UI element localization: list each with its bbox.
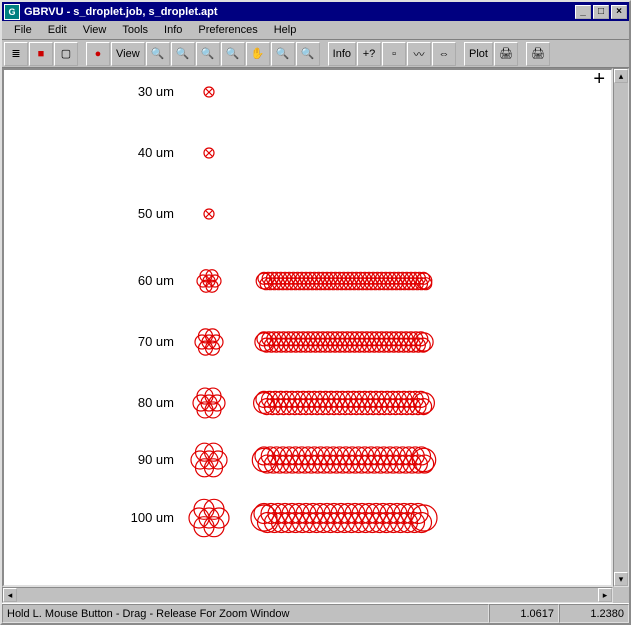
canvas-wrap: + 30 um 40 um 50 um 60 um 70 um 80 um 90 um 100… bbox=[2, 68, 629, 587]
zoom-out-button[interactable]: 🔍 bbox=[171, 42, 195, 66]
vertical-scrollbar[interactable]: ▴ ▾ bbox=[613, 68, 629, 587]
droplet-row bbox=[184, 437, 484, 483]
scroll-down-button[interactable]: ▾ bbox=[614, 572, 628, 586]
zoom-window-icon: 🔍 bbox=[201, 47, 215, 60]
zoom-fit-button[interactable]: 🔍 bbox=[221, 42, 245, 66]
zoom-in-icon: 🔍 bbox=[151, 47, 165, 60]
droplet-row bbox=[184, 493, 484, 543]
row-label: 60 um bbox=[114, 273, 174, 288]
droplet-row bbox=[184, 133, 484, 173]
select-icon: ▢ bbox=[61, 47, 71, 60]
toolbar: ≣ ■ ▢ ● View 🔍 🔍 🔍 🔍 ✋ 🔍 🔍 Info +? ▫ 〰 ⇔… bbox=[2, 40, 629, 68]
menu-edit[interactable]: Edit bbox=[40, 22, 75, 38]
row-label: 80 um bbox=[114, 395, 174, 410]
droplet-row bbox=[184, 72, 484, 112]
canvas-area: + 30 um 40 um 50 um 60 um 70 um 80 um 90 um 100… bbox=[2, 68, 629, 603]
plot-button[interactable]: Plot bbox=[464, 42, 493, 66]
scroll-right-button[interactable]: ▸ bbox=[598, 588, 612, 602]
stop-button[interactable]: ■ bbox=[29, 42, 53, 66]
zoom-fit-icon: 🔍 bbox=[226, 47, 240, 60]
maximize-button[interactable]: □ bbox=[593, 5, 609, 19]
measure-icon: ▫ bbox=[392, 48, 396, 60]
zoom-out-icon: 🔍 bbox=[176, 47, 190, 60]
stop-icon: ■ bbox=[38, 48, 45, 60]
status-coord-2: 1.2380 bbox=[559, 604, 629, 623]
zoom-in-button[interactable]: 🔍 bbox=[146, 42, 170, 66]
info-button[interactable]: Info bbox=[328, 42, 356, 66]
print2-icon: 🖨 bbox=[531, 47, 545, 60]
crosshair-icon: + bbox=[593, 68, 605, 91]
select-button[interactable]: ▢ bbox=[54, 42, 78, 66]
row-label: 100 um bbox=[114, 510, 174, 525]
window-buttons: _ □ × bbox=[575, 5, 627, 19]
menu-file[interactable]: File bbox=[6, 22, 40, 38]
status-coord-1: 1.0617 bbox=[489, 604, 559, 623]
query-icon: +? bbox=[363, 48, 376, 60]
app-window: G GBRVU - s_droplet.job, s_droplet.apt _… bbox=[0, 0, 631, 625]
measure-button[interactable]: ▫ bbox=[382, 42, 406, 66]
row-label: 90 um bbox=[114, 452, 174, 467]
zoom-next-icon: 🔍 bbox=[301, 47, 315, 60]
zoom-next-button[interactable]: 🔍 bbox=[296, 42, 320, 66]
status-text: Hold L. Mouse Button - Drag - Release Fo… bbox=[2, 604, 489, 623]
layers-icon: ≣ bbox=[11, 47, 20, 60]
view-button[interactable]: View bbox=[111, 42, 145, 66]
query-button[interactable]: +? bbox=[357, 42, 381, 66]
record-icon: ● bbox=[95, 48, 102, 60]
ruler-button[interactable]: 〰 bbox=[407, 42, 431, 66]
scroll-up-button[interactable]: ▴ bbox=[614, 69, 628, 83]
pan-button[interactable]: ✋ bbox=[246, 42, 270, 66]
menubar: File Edit View Tools Info Preferences He… bbox=[2, 21, 629, 40]
titlebar: G GBRVU - s_droplet.job, s_droplet.apt _… bbox=[2, 2, 629, 21]
droplet-row bbox=[184, 382, 484, 424]
window-title: GBRVU - s_droplet.job, s_droplet.apt bbox=[24, 6, 575, 18]
row-label: 70 um bbox=[114, 334, 174, 349]
menu-tools[interactable]: Tools bbox=[114, 22, 156, 38]
minimize-button[interactable]: _ bbox=[575, 5, 591, 19]
print2-button[interactable]: 🖨 bbox=[526, 42, 550, 66]
row-label: 50 um bbox=[114, 206, 174, 221]
close-button[interactable]: × bbox=[611, 5, 627, 19]
print-button[interactable]: 🖨 bbox=[494, 42, 518, 66]
statusbar: Hold L. Mouse Button - Drag - Release Fo… bbox=[2, 603, 629, 623]
menu-info[interactable]: Info bbox=[156, 22, 190, 38]
print-icon: 🖨 bbox=[499, 47, 513, 60]
row-label: 30 um bbox=[114, 84, 174, 99]
distance-button[interactable]: ⇔ bbox=[432, 42, 456, 66]
pan-icon: ✋ bbox=[251, 47, 265, 60]
zoom-window-button[interactable]: 🔍 bbox=[196, 42, 220, 66]
record-button[interactable]: ● bbox=[86, 42, 110, 66]
zoom-prev-button[interactable]: 🔍 bbox=[271, 42, 295, 66]
ruler-icon: 〰 bbox=[414, 46, 425, 62]
droplet-row bbox=[184, 194, 484, 234]
horizontal-scrollbar[interactable]: ◂ ▸ bbox=[2, 587, 613, 603]
row-label: 40 um bbox=[114, 145, 174, 160]
app-icon: G bbox=[4, 4, 20, 20]
drawing-canvas[interactable]: + 30 um 40 um 50 um 60 um 70 um 80 um 90 um 100… bbox=[2, 68, 613, 587]
menu-view[interactable]: View bbox=[75, 22, 115, 38]
droplet-row bbox=[184, 322, 484, 362]
menu-help[interactable]: Help bbox=[266, 22, 305, 38]
distance-icon: ⇔ bbox=[439, 48, 450, 60]
menu-preferences[interactable]: Preferences bbox=[190, 22, 265, 38]
scroll-left-button[interactable]: ◂ bbox=[3, 588, 17, 602]
droplet-row bbox=[184, 261, 484, 301]
zoom-prev-icon: 🔍 bbox=[276, 47, 290, 60]
layers-button[interactable]: ≣ bbox=[4, 42, 28, 66]
